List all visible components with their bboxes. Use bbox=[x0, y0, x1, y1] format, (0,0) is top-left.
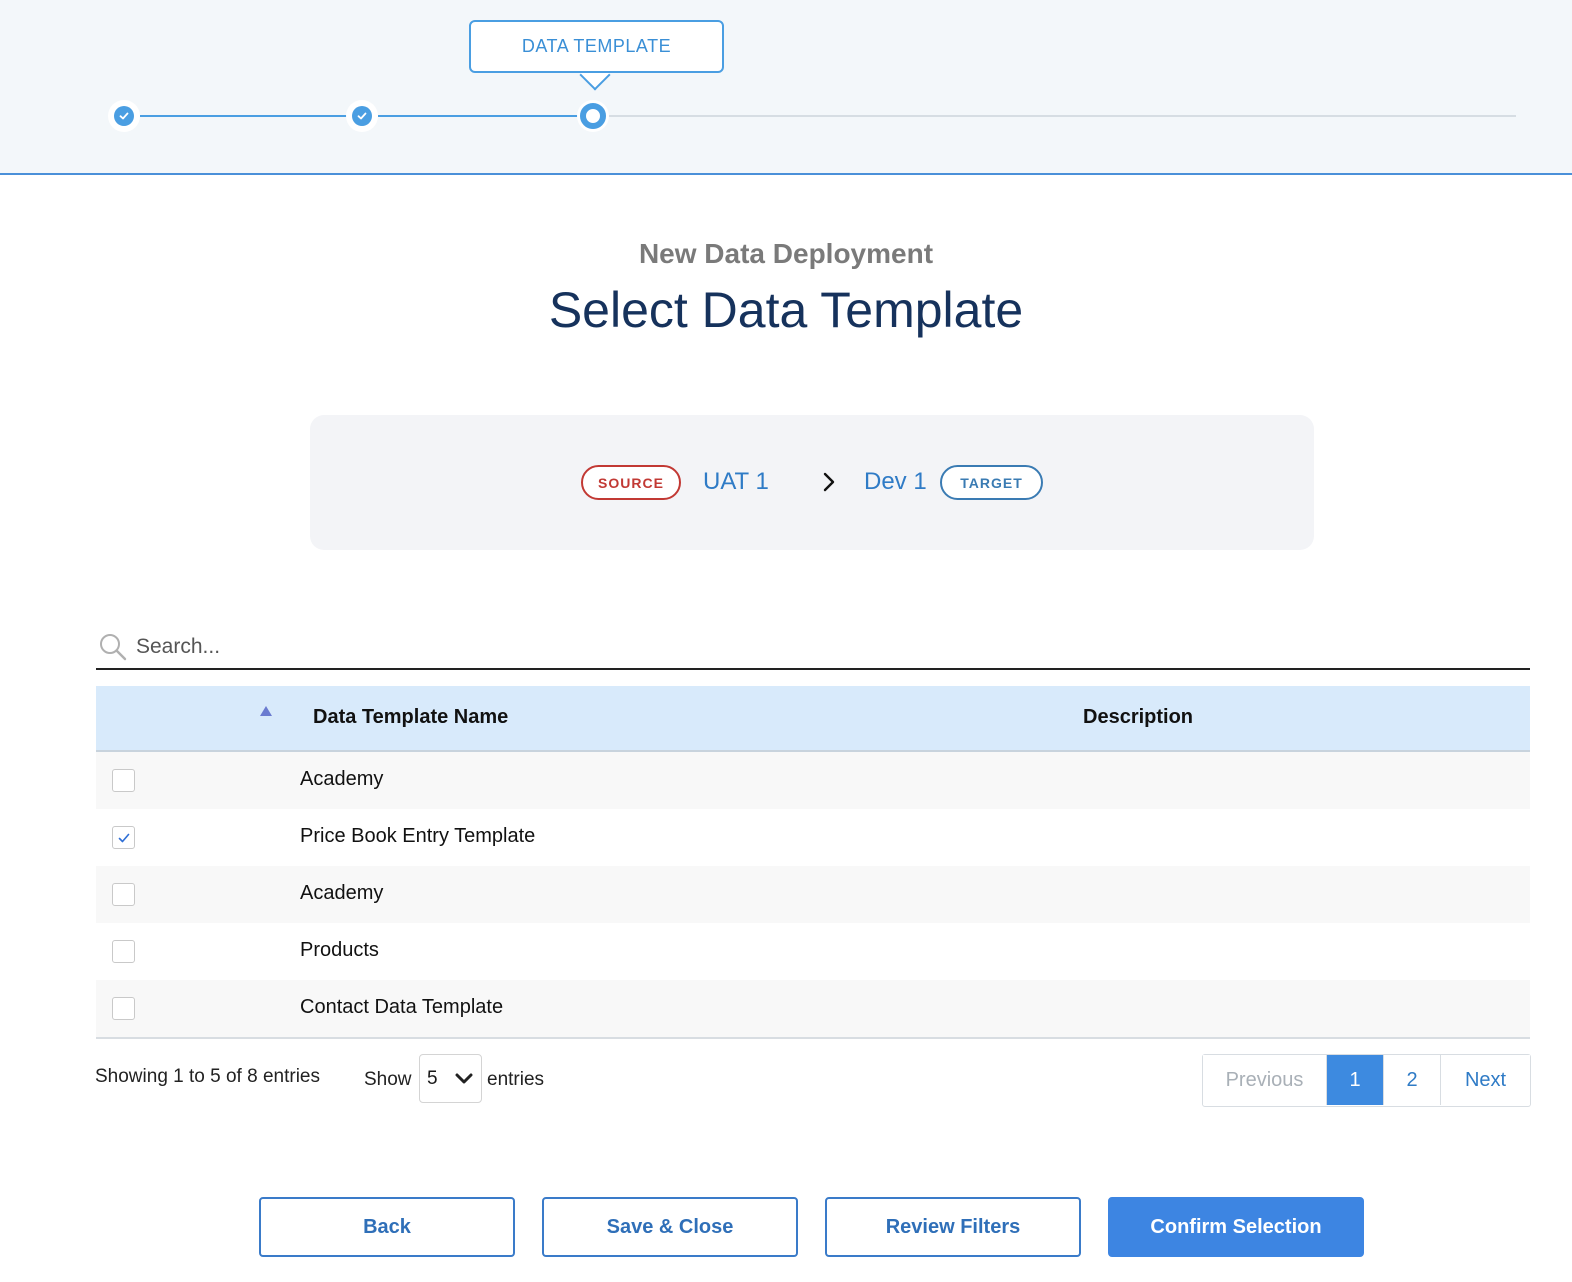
checkmark-icon bbox=[118, 833, 129, 842]
next-page-button[interactable]: Next bbox=[1441, 1055, 1530, 1105]
search-bar bbox=[96, 625, 1530, 670]
progress-track-complete bbox=[140, 115, 348, 117]
row-checkbox[interactable] bbox=[112, 769, 135, 792]
search-icon bbox=[100, 633, 127, 660]
template-name-cell: Price Book Entry Template bbox=[300, 825, 536, 847]
environment-card: SOURCE UAT 1 Dev 1 TARGET bbox=[310, 415, 1314, 550]
back-button[interactable]: Back bbox=[259, 1197, 515, 1257]
row-checkbox[interactable] bbox=[112, 997, 135, 1020]
confirm-selection-button[interactable]: Confirm Selection bbox=[1108, 1197, 1364, 1257]
source-badge: SOURCE bbox=[581, 465, 681, 500]
data-template-table: Data Template Name Description Academy P… bbox=[96, 686, 1530, 1039]
table-row[interactable]: Contact Data Template bbox=[96, 980, 1530, 1037]
chevron-down-icon bbox=[455, 1073, 473, 1084]
step-2-complete[interactable] bbox=[346, 100, 378, 132]
sort-ascending-icon[interactable] bbox=[258, 704, 274, 718]
step-3-current[interactable] bbox=[577, 100, 609, 132]
progress-track-remaining bbox=[608, 115, 1516, 117]
table-header: Data Template Name Description bbox=[96, 686, 1530, 752]
target-badge: TARGET bbox=[940, 465, 1043, 500]
template-name-cell: Academy bbox=[300, 768, 384, 790]
page-size-value: 5 bbox=[427, 1067, 438, 1089]
table-row[interactable]: Products bbox=[96, 923, 1530, 980]
page-title: Select Data Template bbox=[548, 282, 1024, 338]
table-row[interactable]: Price Book Entry Template bbox=[96, 809, 1530, 866]
pagination: Previous 1 2 Next bbox=[1202, 1054, 1531, 1107]
template-name-cell: Contact Data Template bbox=[300, 996, 504, 1018]
check-icon bbox=[357, 112, 367, 120]
template-name-cell: Academy bbox=[300, 882, 384, 904]
entries-label: entries bbox=[487, 1069, 545, 1090]
column-header-description[interactable]: Description bbox=[1083, 706, 1193, 729]
previous-page-button[interactable]: Previous bbox=[1203, 1055, 1327, 1105]
show-label: Show bbox=[364, 1069, 412, 1090]
page-1-button[interactable]: 1 bbox=[1327, 1055, 1384, 1105]
step-1-complete[interactable] bbox=[108, 100, 140, 132]
review-filters-button[interactable]: Review Filters bbox=[825, 1197, 1081, 1257]
check-icon bbox=[119, 112, 129, 120]
current-step-tooltip: DATA TEMPLATE bbox=[469, 20, 724, 73]
row-checkbox[interactable] bbox=[112, 883, 135, 906]
search-input[interactable] bbox=[136, 634, 736, 659]
page-size-select[interactable]: 5 bbox=[419, 1054, 482, 1103]
table-row[interactable]: Academy bbox=[96, 752, 1530, 809]
chevron-right-icon bbox=[823, 472, 835, 492]
template-name-cell: Products bbox=[300, 939, 379, 961]
save-close-button[interactable]: Save & Close bbox=[542, 1197, 798, 1257]
entries-summary: Showing 1 to 5 of 8 entries bbox=[95, 1066, 320, 1087]
source-environment-name: UAT 1 bbox=[703, 468, 769, 495]
column-header-name[interactable]: Data Template Name bbox=[313, 706, 508, 729]
progress-track-complete bbox=[378, 115, 578, 117]
progress-indicator: DATA TEMPLATE bbox=[0, 0, 1572, 175]
page-2-button[interactable]: 2 bbox=[1384, 1055, 1441, 1105]
table-row[interactable]: Academy bbox=[96, 866, 1530, 923]
row-checkbox-checked[interactable] bbox=[112, 826, 135, 849]
row-checkbox[interactable] bbox=[112, 940, 135, 963]
target-environment-name: Dev 1 bbox=[864, 468, 927, 495]
page-subtitle: New Data Deployment bbox=[638, 238, 934, 269]
